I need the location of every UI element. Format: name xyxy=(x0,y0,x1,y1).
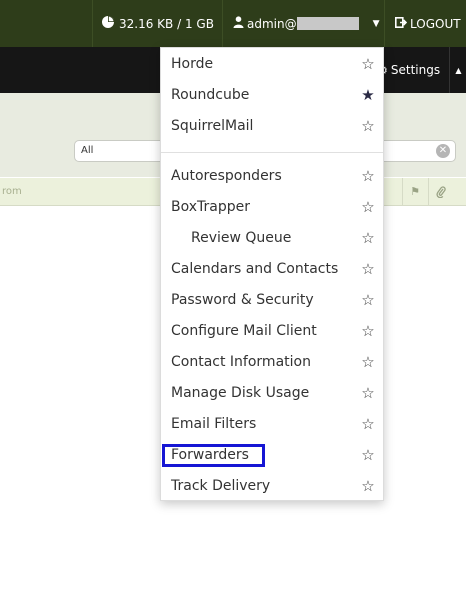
star-outline-icon[interactable]: ☆ xyxy=(361,291,375,309)
menu-item-label: Forwarders xyxy=(171,447,249,463)
webmail-dropdown-menu: Horde ☆ Roundcube ★ SquirrelMail ☆ Autor… xyxy=(160,47,384,501)
menu-item-contact-information[interactable]: Contact Information ☆ xyxy=(171,351,375,373)
menu-item-calendars-contacts[interactable]: Calendars and Contacts ☆ xyxy=(171,258,375,280)
quota-text: 32.16 KB / 1 GB xyxy=(119,16,214,31)
menu-item-track-delivery[interactable]: Track Delivery ☆ xyxy=(171,475,375,497)
menu-divider xyxy=(161,152,383,153)
star-outline-icon[interactable]: ☆ xyxy=(361,55,375,73)
menu-item-forwarders[interactable]: Forwarders ☆ xyxy=(171,444,375,466)
settings-caret-button[interactable]: ▲ xyxy=(449,47,466,93)
pie-chart-icon xyxy=(101,15,115,32)
menu-item-autoresponders[interactable]: Autoresponders ☆ xyxy=(171,165,375,187)
menu-item-configure-mail-client[interactable]: Configure Mail Client ☆ xyxy=(171,320,375,342)
clear-icon[interactable]: ✕ xyxy=(436,144,450,158)
star-outline-icon[interactable]: ☆ xyxy=(361,198,375,216)
menu-item-review-queue[interactable]: Review Queue ☆ xyxy=(171,227,375,249)
menu-item-label: Configure Mail Client xyxy=(171,323,317,339)
settings-button[interactable]: ⚙ Settings xyxy=(378,47,440,93)
attachment-icon[interactable] xyxy=(428,178,453,205)
star-outline-icon[interactable]: ☆ xyxy=(361,415,375,433)
menu-item-label: Roundcube xyxy=(171,87,250,103)
top-bar: 32.16 KB / 1 GB admin@ ▼ LOGOUT xyxy=(0,0,466,47)
chevron-down-icon: ▼ xyxy=(372,18,380,29)
star-outline-icon[interactable]: ☆ xyxy=(361,167,375,185)
disk-quota: 32.16 KB / 1 GB xyxy=(92,0,219,47)
star-outline-icon[interactable]: ☆ xyxy=(361,260,375,278)
star-filled-icon[interactable]: ★ xyxy=(361,86,375,104)
menu-item-label: Autoresponders xyxy=(171,168,282,184)
logout-label: LOGOUT xyxy=(410,16,461,31)
star-outline-icon[interactable]: ☆ xyxy=(361,229,375,247)
menu-item-email-filters[interactable]: Email Filters ☆ xyxy=(171,413,375,435)
from-column-header[interactable]: rom xyxy=(2,186,22,197)
menu-item-label: Review Queue xyxy=(191,230,292,246)
menu-item-squirrelmail[interactable]: SquirrelMail ☆ xyxy=(171,115,375,137)
menu-item-roundcube[interactable]: Roundcube ★ xyxy=(171,84,375,106)
flag-icon[interactable]: ⚑ xyxy=(402,178,427,205)
user-menu-button[interactable]: admin@ ▼ xyxy=(222,0,383,47)
menu-item-label: SquirrelMail xyxy=(171,118,254,134)
chevron-up-icon: ▲ xyxy=(455,65,462,75)
star-outline-icon[interactable]: ☆ xyxy=(361,117,375,135)
menu-item-password-security[interactable]: Password & Security ☆ xyxy=(171,289,375,311)
menu-item-label: Calendars and Contacts xyxy=(171,261,339,277)
user-icon xyxy=(233,16,244,31)
menu-item-label: Contact Information xyxy=(171,354,311,370)
menu-item-boxtrapper[interactable]: BoxTrapper ☆ xyxy=(171,196,375,218)
logout-button[interactable]: LOGOUT xyxy=(384,0,466,47)
star-outline-icon[interactable]: ☆ xyxy=(361,446,375,464)
menu-item-horde[interactable]: Horde ☆ xyxy=(171,53,375,75)
settings-label: Settings xyxy=(390,63,441,77)
menu-item-label: Email Filters xyxy=(171,416,257,432)
star-outline-icon[interactable]: ☆ xyxy=(361,477,375,495)
star-outline-icon[interactable]: ☆ xyxy=(361,384,375,402)
menu-item-label: Password & Security xyxy=(171,292,314,308)
menu-item-label: Track Delivery xyxy=(171,478,271,494)
logout-icon xyxy=(395,16,408,31)
star-outline-icon[interactable]: ☆ xyxy=(361,353,375,371)
filter-value: All xyxy=(81,145,94,156)
redacted-username xyxy=(296,17,359,30)
menu-item-manage-disk-usage[interactable]: Manage Disk Usage ☆ xyxy=(171,382,375,404)
menu-item-label: Horde xyxy=(171,56,214,72)
star-outline-icon[interactable]: ☆ xyxy=(361,322,375,340)
user-name: admin@ xyxy=(247,16,297,31)
menu-item-label: Manage Disk Usage xyxy=(171,385,310,401)
menu-item-label: BoxTrapper xyxy=(171,199,250,215)
